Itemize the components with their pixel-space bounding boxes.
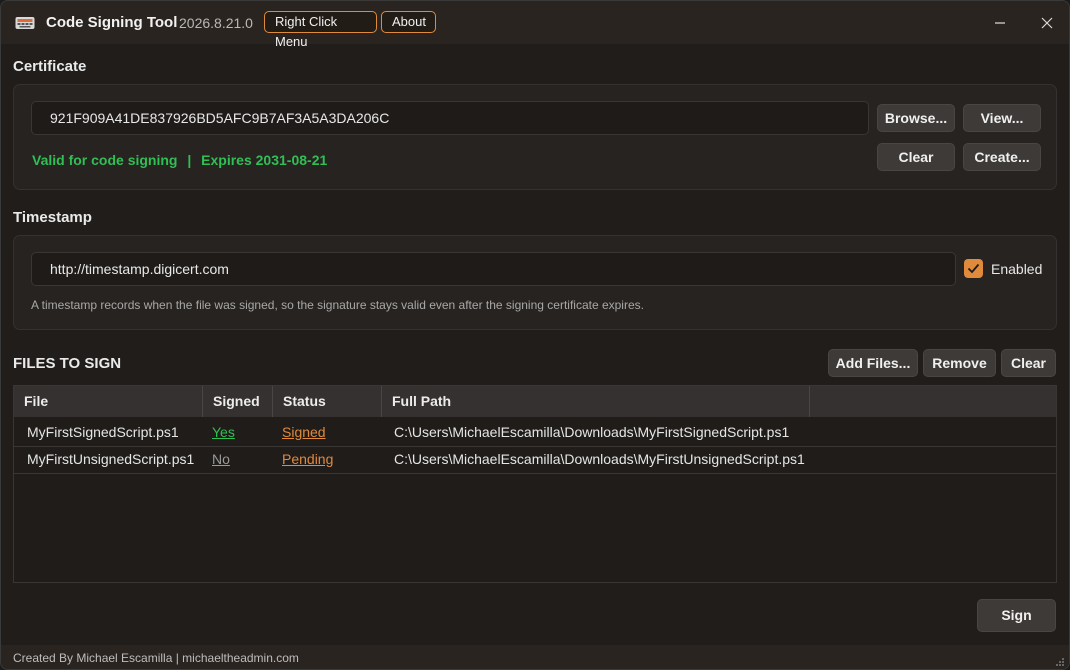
- create-button[interactable]: Create...: [963, 143, 1041, 171]
- cell-file: MyFirstUnsignedScript.ps1: [27, 451, 195, 467]
- checkmark-icon: [967, 263, 980, 274]
- minimize-icon[interactable]: [985, 11, 1015, 35]
- footer-credit: Created By Michael Escamilla | michaelth…: [13, 651, 299, 665]
- browse-button[interactable]: Browse...: [877, 104, 955, 132]
- sign-button[interactable]: Sign: [977, 599, 1056, 632]
- about-button[interactable]: About: [381, 11, 436, 33]
- close-icon[interactable]: [1032, 11, 1062, 35]
- column-header-signed[interactable]: Signed: [203, 386, 273, 417]
- certificate-expiry-text: Expires 2031-08-21: [201, 152, 328, 168]
- timestamp-url-field[interactable]: http://timestamp.digicert.com: [31, 252, 956, 286]
- files-section-title: FILES TO SIGN: [13, 355, 122, 372]
- status-separator: |: [187, 152, 192, 168]
- resize-grip-icon[interactable]: [1055, 657, 1065, 667]
- certificate-panel: [13, 84, 1057, 190]
- cell-status-link[interactable]: Signed: [282, 419, 326, 446]
- keyboard-icon: [15, 17, 35, 29]
- files-table[interactable]: File Signed Status Full Path MyFirstSign…: [13, 385, 1057, 583]
- table-header: File Signed Status Full Path: [14, 386, 1056, 417]
- certificate-thumbprint-field[interactable]: 921F909A41DE837926BD5AFC9B7AF3A5A3DA206C: [31, 101, 869, 135]
- view-button[interactable]: View...: [963, 104, 1041, 132]
- certificate-clear-button[interactable]: Clear: [877, 143, 955, 171]
- certificate-status: Valid for code signing | Expires 2031-08…: [32, 152, 327, 168]
- column-header-status[interactable]: Status: [273, 386, 382, 417]
- right-click-menu-button[interactable]: Right Click Menu: [264, 11, 377, 49]
- cell-file: MyFirstSignedScript.ps1: [27, 424, 179, 440]
- add-files-button[interactable]: Add Files...: [828, 349, 918, 377]
- certificate-valid-text: Valid for code signing: [32, 152, 178, 168]
- cell-status-link[interactable]: Pending: [282, 446, 333, 473]
- timestamp-hint: A timestamp records when the file was si…: [31, 298, 644, 312]
- table-row[interactable]: MyFirstUnsignedScript.ps1 No Pending C:\…: [14, 446, 1056, 474]
- files-clear-button[interactable]: Clear: [1001, 349, 1056, 377]
- timestamp-enabled-checkbox[interactable]: [964, 259, 983, 278]
- timestamp-section-title: Timestamp: [13, 209, 92, 226]
- column-header-file[interactable]: File: [14, 386, 203, 417]
- table-row[interactable]: MyFirstSignedScript.ps1 Yes Signed C:\Us…: [14, 419, 1056, 447]
- remove-button[interactable]: Remove: [923, 349, 996, 377]
- app-title: Code Signing Tool: [46, 14, 178, 31]
- cell-signed-link[interactable]: Yes: [212, 419, 235, 446]
- app-window: Code Signing Tool 2026.8.21.0 Right Clic…: [0, 0, 1070, 670]
- timestamp-enabled-label: Enabled: [991, 261, 1043, 277]
- cell-signed-link[interactable]: No: [212, 446, 230, 473]
- certificate-section-title: Certificate: [13, 58, 87, 75]
- cell-full-path: C:\Users\MichaelEscamilla\Downloads\MyFi…: [394, 424, 790, 440]
- column-header-full-path[interactable]: Full Path: [382, 386, 810, 417]
- cell-full-path: C:\Users\MichaelEscamilla\Downloads\MyFi…: [394, 451, 805, 467]
- app-version: 2026.8.21.0: [179, 15, 253, 31]
